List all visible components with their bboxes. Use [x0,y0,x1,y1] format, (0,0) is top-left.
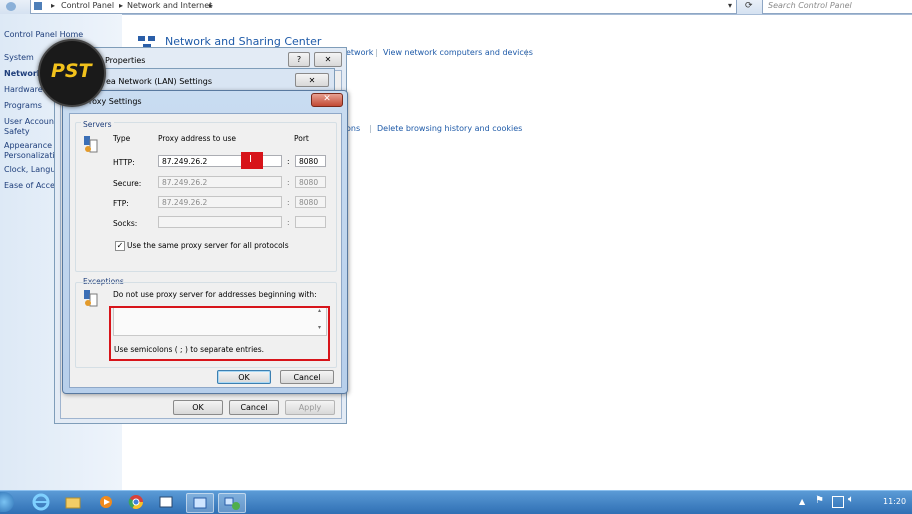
port-column-header: Port [294,134,309,143]
delete-browsing-history-link[interactable]: Delete browsing history and cookies [377,124,522,133]
nav-ease-of-access[interactable]: Ease of Acces [4,181,59,190]
channel-logo: PST [38,39,106,107]
apply-button[interactable]: Apply [285,400,335,415]
nav-programs[interactable]: Programs [4,101,42,110]
same-proxy-label[interactable]: Use the same proxy server for all protoc… [127,241,289,250]
taskbar: ▲ ⚑ 🔈︎ 11:20 [0,490,912,514]
clock-time[interactable]: 11:20 [883,497,906,506]
link-separator: | [375,48,378,57]
address-box[interactable]: ▸ Control Panel ▸ Network and Internet ▸… [30,0,737,14]
control-panel-icon [34,2,42,10]
ok-button[interactable]: OK [217,370,271,384]
help-button[interactable]: ? [288,52,310,67]
address-bar: ▸ Control Panel ▸ Network and Internet ▸… [0,0,912,15]
file-explorer-icon[interactable] [63,493,83,511]
port-colon: : [287,157,290,166]
ibeam-cursor-icon: I [249,154,252,165]
cancel-button[interactable]: Cancel [229,400,279,415]
media-player-icon[interactable] [96,493,116,511]
window-switcher-icon[interactable] [156,493,176,511]
start-button[interactable] [0,492,14,512]
close-button[interactable]: ✕ [295,73,329,87]
port-colon: : [287,218,290,227]
ftp-port-input[interactable]: 8080 [295,196,326,208]
internet-explorer-icon[interactable] [31,493,51,511]
socks-port-input[interactable] [295,216,326,228]
exceptions-highlight-box [109,306,330,361]
secure-address-input[interactable]: 87.249.26.2 [158,176,282,188]
proxy-dialog-title: roxy Settings [89,97,142,106]
nav-clock-language[interactable]: Clock, Langu [4,165,55,174]
same-proxy-checkbox[interactable]: ✓ [115,241,125,251]
crumb-arrow-icon: ▸ [51,1,56,10]
nav-network[interactable]: Network [4,69,42,78]
nav-system[interactable]: System [4,53,34,62]
cancel-button[interactable]: Cancel [280,370,334,384]
network-status-icon[interactable] [832,496,844,508]
crumb-arrow-icon: ▸ [119,1,124,10]
lan-settings-title: ea Network (LAN) Settings [106,77,213,86]
network-taskbar-icon[interactable] [218,493,246,513]
nav-user-accounts-safety[interactable]: Safety [4,127,30,136]
socks-label: Socks: [113,219,138,228]
ftp-address-input[interactable]: 87.249.26.2 [158,196,282,208]
http-address-input[interactable]: 87.249.26.2 [158,155,282,167]
nav-icon[interactable] [6,2,16,11]
internet-properties-title: Properties [105,56,146,65]
address-column-header: Proxy address to use [158,134,236,143]
view-network-computers-link[interactable]: View network computers and devices [383,48,533,57]
search-placeholder: Search Control Panel [768,1,852,10]
port-colon: : [287,198,290,207]
link-separator: | [525,48,528,57]
server-computer-icon [84,136,98,154]
nav-personalization[interactable]: Personalizati [4,151,55,160]
servers-label: Servers [81,120,114,129]
show-hidden-icons-arrow-icon[interactable]: ▲ [799,497,805,506]
breadcrumb-control-panel[interactable]: Control Panel [61,1,114,10]
exceptions-computer-icon [84,290,98,308]
volume-icon[interactable]: 🔈︎ [848,494,854,505]
http-label: HTTP: [113,158,135,167]
control-panel-taskbar-icon[interactable] [186,493,214,513]
nav-appearance[interactable]: Appearance a [4,141,59,150]
exceptions-description: Do not use proxy server for addresses be… [113,290,317,299]
action-center-flag-icon[interactable]: ⚑ [815,495,824,506]
secure-port-input[interactable]: 8080 [295,176,326,188]
breadcrumb-network-internet[interactable]: Network and Internet [127,1,212,10]
search-input[interactable]: Search Control Panel [762,0,912,14]
http-port-input[interactable]: 8080 [295,155,326,167]
logo-text: PST [51,60,92,82]
ok-button[interactable]: OK [173,400,223,415]
proxy-dialog-client: Servers Type Proxy address to use Port H… [69,113,342,388]
proxy-settings-dialog: roxy Settings ✕ Servers Type Proxy addre… [62,90,348,394]
socks-address-input[interactable] [158,216,282,228]
dropdown-arrow-icon[interactable]: ▾ [728,1,732,10]
refresh-icon[interactable]: ⟳ [745,1,753,11]
close-button[interactable]: ✕ [314,52,342,67]
nav-hardware[interactable]: Hardware [4,85,43,94]
text-cursor-highlight: I [241,152,263,169]
view-network-status-link[interactable]: etwork [346,48,373,57]
crumb-arrow-icon: ▸ [209,1,214,10]
link-separator: | [369,124,372,133]
change-browser-options-link[interactable]: ons [346,124,360,133]
close-button[interactable]: ✕ [311,93,343,107]
secure-label: Secure: [113,179,142,188]
port-colon: : [287,178,290,187]
type-column-header: Type [113,134,131,143]
nav-user-accounts[interactable]: User Account [4,117,57,126]
chrome-icon[interactable] [126,493,146,511]
ftp-label: FTP: [113,199,129,208]
nav-control-panel-home[interactable]: Control Panel Home [4,30,83,39]
